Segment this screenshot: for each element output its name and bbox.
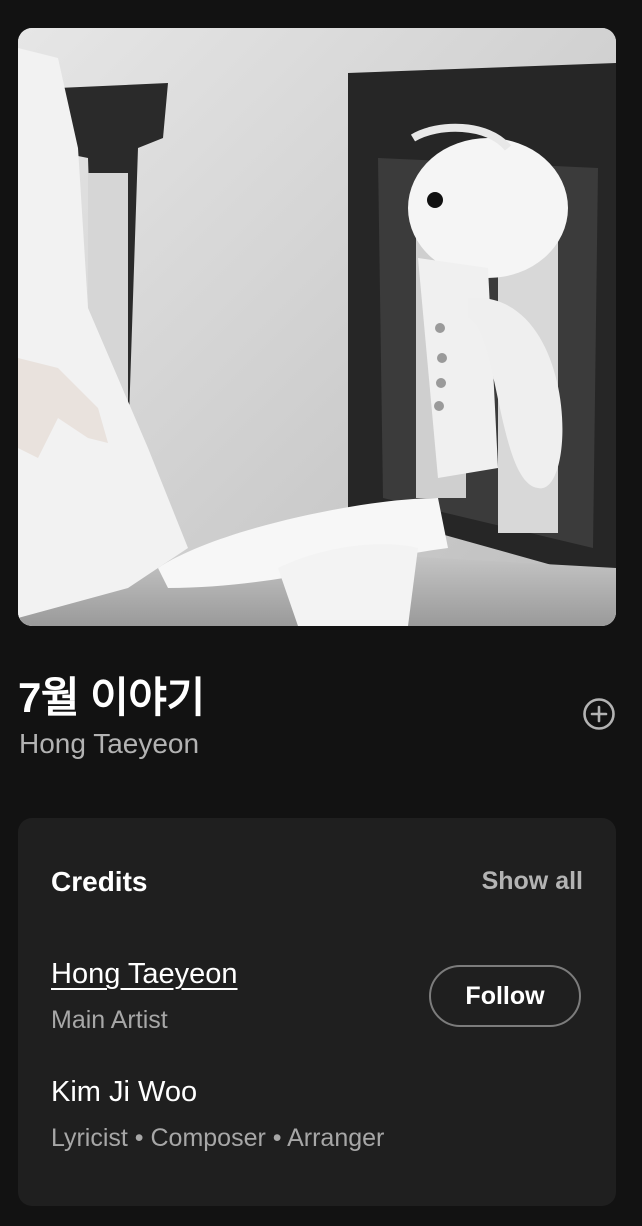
track-title: 7월 이야기 (18, 674, 205, 721)
follow-button[interactable]: Follow (429, 965, 581, 1027)
credits-card: Credits Show all Hong Taeyeon Main Artis… (18, 818, 616, 1206)
track-artist[interactable]: Hong Taeyeon (19, 728, 199, 760)
credit-role-lyricist: Lyricist • Composer • Arranger (51, 1124, 385, 1152)
credit-name-main-artist[interactable]: Hong Taeyeon (51, 958, 238, 991)
credits-heading: Credits (51, 866, 148, 897)
credit-role-main-artist: Main Artist (51, 1006, 168, 1034)
show-all-credits-link[interactable]: Show all (482, 867, 583, 896)
plus-circle-icon (583, 698, 615, 730)
track-page: 7월 이야기 Hong Taeyeon Credits Show all Hon… (0, 0, 642, 1226)
album-cover-image (18, 28, 616, 626)
add-to-library-button[interactable] (582, 697, 616, 731)
credit-name-lyricist: Kim Ji Woo (51, 1076, 198, 1108)
album-cover (18, 28, 616, 626)
